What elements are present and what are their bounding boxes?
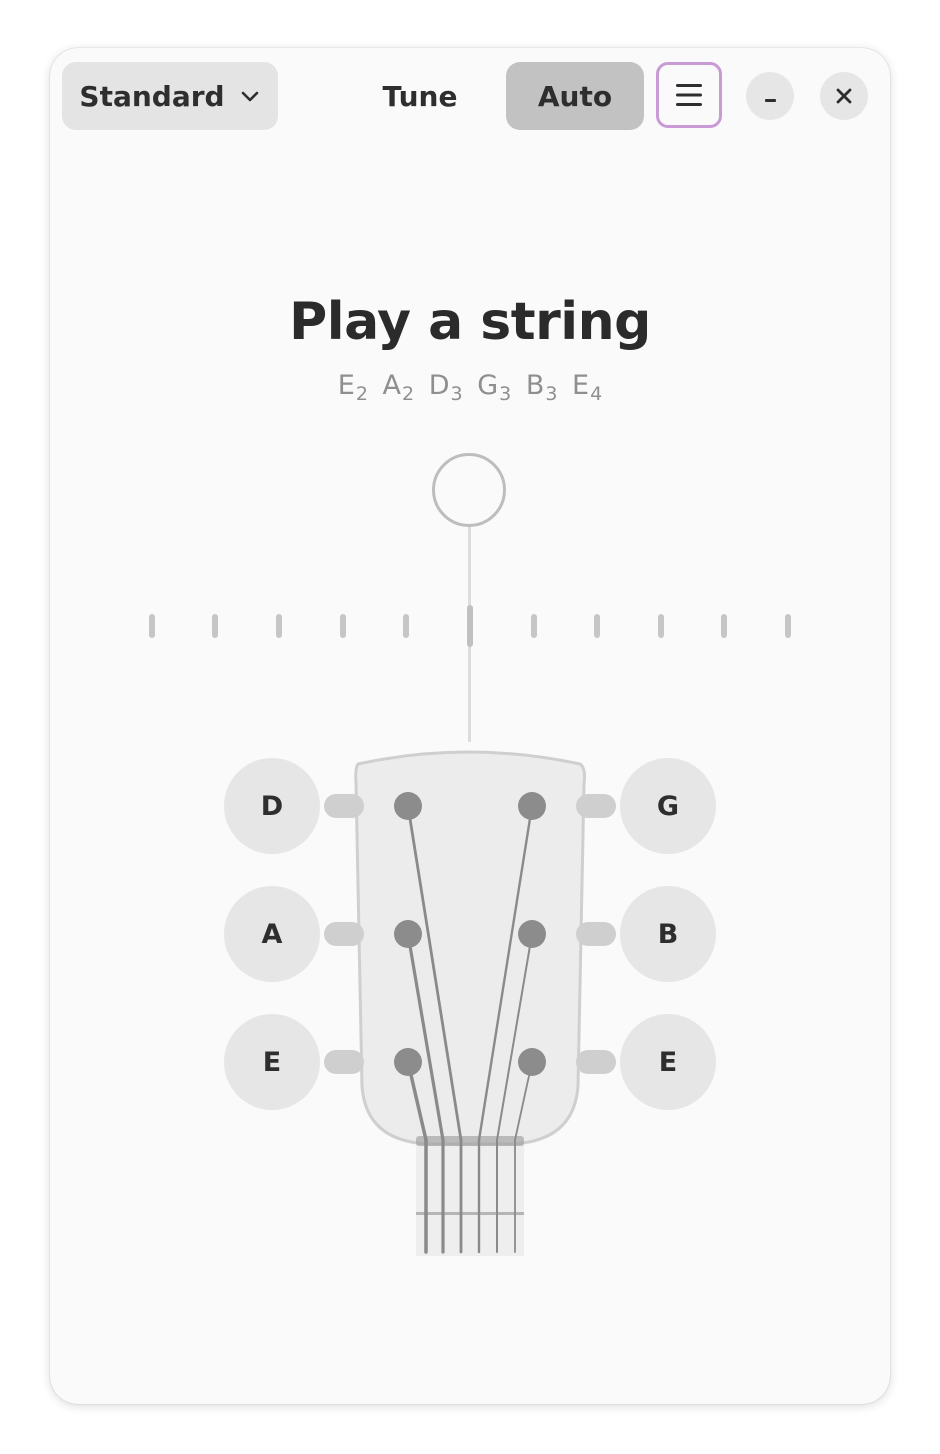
guitar-headstock [324,750,616,1256]
peg-button-d[interactable]: D [224,758,320,854]
peg-button-a[interactable]: A [224,886,320,982]
peg-button-b[interactable]: B [620,886,716,982]
peg-button-g[interactable]: G [620,758,716,854]
peg-label-g: G [656,790,680,822]
peg-button-low-e[interactable]: E [224,1014,320,1110]
tuner-window: Standard Tune Auto Play a string E2 A2 D… [50,48,890,1404]
peg-button-high-e[interactable]: E [620,1014,716,1110]
peg-label-d: D [260,790,284,822]
peg-label-low-e: E [262,1046,282,1078]
peg-label-high-e: E [658,1046,678,1078]
peg-label-a: A [261,918,283,950]
peg-label-b: B [657,918,679,950]
